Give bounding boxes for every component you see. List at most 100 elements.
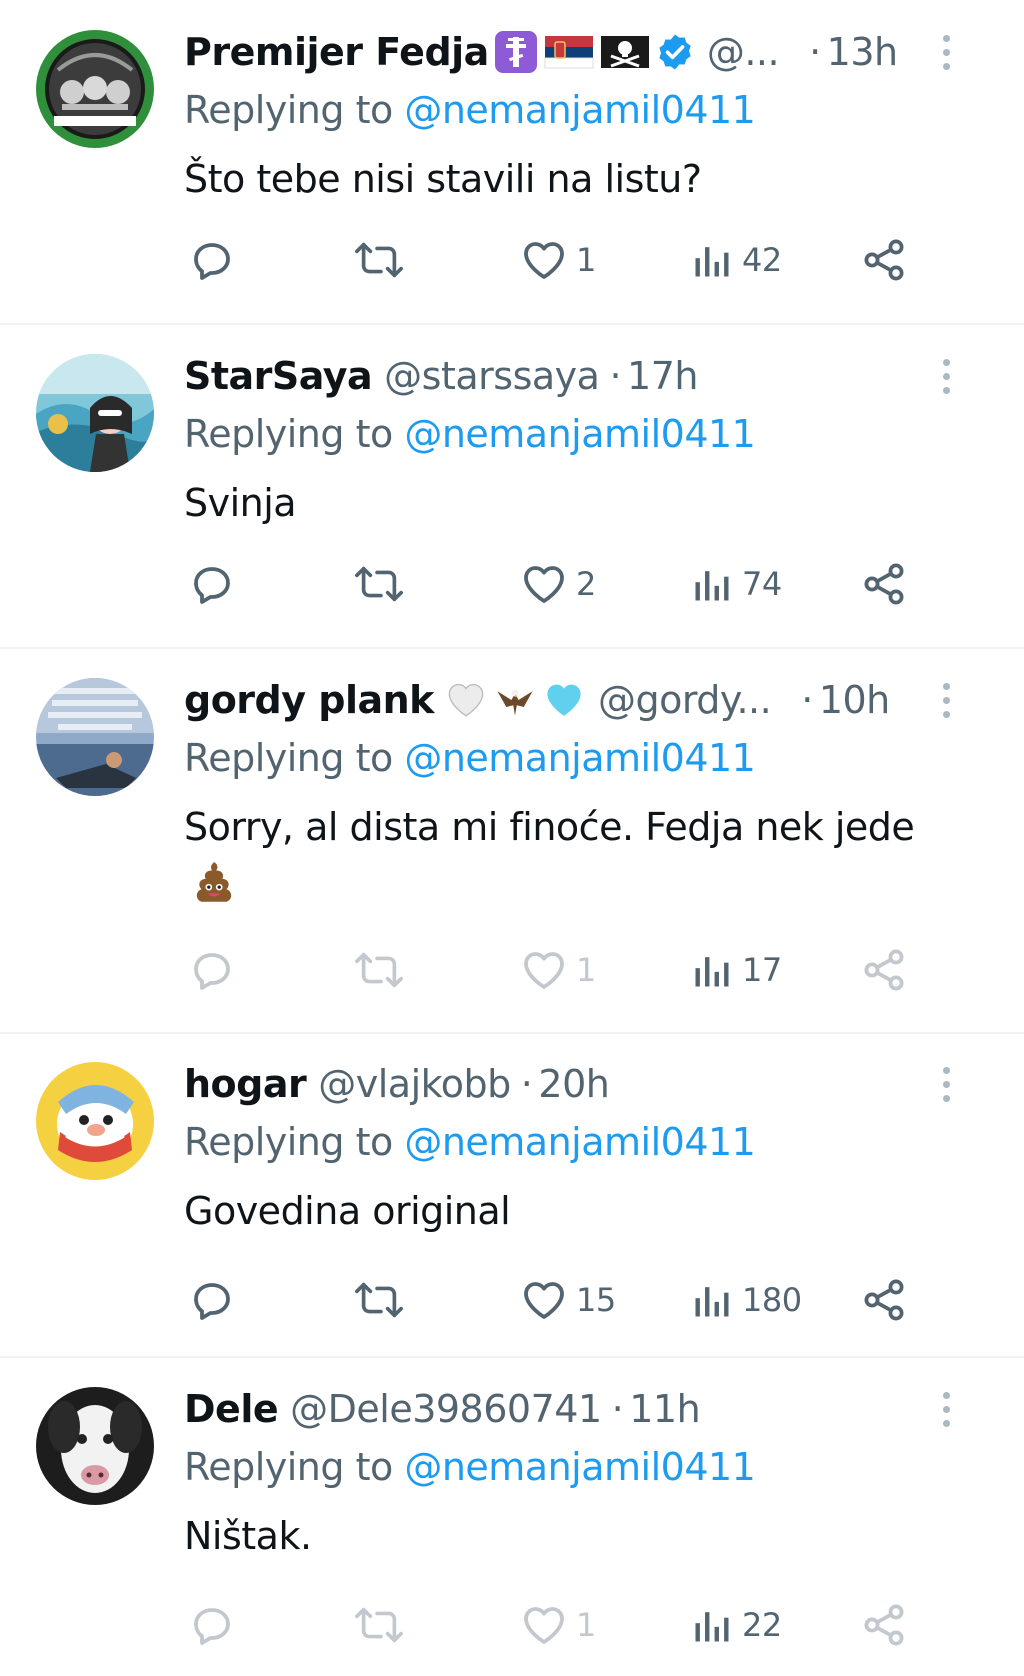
- like-button[interactable]: 2: [520, 554, 596, 614]
- user-handle[interactable]: @gordy...: [598, 672, 772, 728]
- reply-button[interactable]: [188, 554, 244, 614]
- like-button[interactable]: 1: [520, 940, 596, 1000]
- retweet-button[interactable]: [354, 1595, 412, 1655]
- like-count: 1: [576, 1606, 596, 1644]
- tweet-header: Premijer Fedja @... · 13h: [184, 24, 944, 80]
- share-button[interactable]: [860, 230, 908, 290]
- reply-button[interactable]: [188, 940, 244, 1000]
- serbia-flag-emoji: [543, 32, 595, 72]
- share-button[interactable]: [860, 554, 908, 614]
- replying-to: Replying to @nemanjamil0411: [184, 80, 756, 140]
- retweet-icon: [354, 560, 404, 608]
- views-button[interactable]: 42: [690, 230, 782, 290]
- tweet-actions: 1 17: [184, 940, 954, 1000]
- like-count: 1: [576, 241, 596, 279]
- more-options-icon[interactable]: [928, 24, 964, 80]
- display-name[interactable]: hogar: [184, 1056, 307, 1112]
- pile-of-poo-emoji: [188, 858, 240, 926]
- views-icon: [690, 238, 734, 282]
- timestamp[interactable]: 20h: [538, 1056, 609, 1112]
- mention-link[interactable]: @nemanjamil0411: [404, 736, 756, 780]
- user-handle[interactable]: @starssaya: [384, 348, 600, 404]
- tweet-text: Svinja: [184, 481, 297, 525]
- tweet-header: Dele @Dele39860741 · 11h: [184, 1381, 944, 1437]
- reply-button[interactable]: [188, 1595, 244, 1655]
- more-options-icon[interactable]: [928, 1381, 964, 1437]
- share-button[interactable]: [860, 1595, 908, 1655]
- replying-to-label: Replying to: [184, 412, 393, 456]
- more-options-icon[interactable]: [928, 1056, 964, 1112]
- like-button[interactable]: 1: [520, 1595, 596, 1655]
- retweet-icon: [354, 1276, 404, 1324]
- avatar[interactable]: [36, 1062, 154, 1180]
- divider: [0, 1356, 1024, 1358]
- user-handle[interactable]: @...: [707, 24, 780, 80]
- retweet-button[interactable]: [354, 1270, 412, 1330]
- views-button[interactable]: 17: [690, 940, 782, 1000]
- display-name[interactable]: Dele: [184, 1381, 279, 1437]
- replying-to: Replying to @nemanjamil0411: [184, 404, 756, 464]
- display-name[interactable]: gordy plank: [184, 672, 434, 728]
- share-icon: [860, 1276, 908, 1324]
- timestamp[interactable]: 11h: [629, 1381, 700, 1437]
- retweet-icon: [354, 946, 404, 994]
- user-handle[interactable]: @Dele39860741: [290, 1381, 602, 1437]
- avatar[interactable]: [36, 30, 154, 148]
- share-button[interactable]: [860, 1270, 908, 1330]
- pirate-flag-emoji: [599, 32, 651, 72]
- share-button[interactable]: [860, 940, 908, 1000]
- more-options-icon[interactable]: [928, 348, 964, 404]
- avatar[interactable]: [36, 354, 154, 472]
- separator-dot: ·: [611, 1387, 624, 1431]
- mention-link[interactable]: @nemanjamil0411: [404, 88, 756, 132]
- avatar[interactable]: [36, 1387, 154, 1505]
- white-heart-emoji: [444, 679, 488, 721]
- replying-to: Replying to @nemanjamil0411: [184, 1437, 756, 1497]
- retweet-button[interactable]: [354, 940, 412, 1000]
- separator-dot: ·: [801, 678, 813, 722]
- tweet-header: gordy plank @gordy... · 10h: [184, 672, 944, 728]
- mention-link[interactable]: @nemanjamil0411: [404, 1120, 756, 1164]
- share-icon: [860, 236, 908, 284]
- tweet-text: Govedina original: [184, 1189, 511, 1233]
- display-name[interactable]: Premijer Fedja: [184, 24, 489, 80]
- retweet-icon: [354, 236, 404, 284]
- retweet-button[interactable]: [354, 554, 412, 614]
- replying-to-label: Replying to: [184, 1445, 393, 1489]
- avatar[interactable]: [36, 678, 154, 796]
- divider: [0, 1032, 1024, 1034]
- display-name[interactable]: StarSaya: [184, 348, 373, 404]
- replying-to: Replying to @nemanjamil0411: [184, 1112, 756, 1172]
- share-icon: [860, 1601, 908, 1649]
- light-blue-heart-emoji: [542, 679, 586, 721]
- retweet-button[interactable]: [354, 230, 412, 290]
- like-count: 15: [576, 1281, 616, 1319]
- heart-icon: [520, 1276, 568, 1324]
- share-icon: [860, 946, 908, 994]
- verified-badge-icon: [655, 32, 695, 72]
- like-button[interactable]: 1: [520, 230, 596, 290]
- views-button[interactable]: 22: [690, 1595, 782, 1655]
- reply-button[interactable]: [188, 230, 244, 290]
- like-button[interactable]: 15: [520, 1270, 616, 1330]
- reply-icon: [188, 236, 236, 284]
- mention-link[interactable]: @nemanjamil0411: [404, 412, 756, 456]
- user-handle[interactable]: @vlajkobb: [318, 1056, 511, 1112]
- timestamp[interactable]: 17h: [627, 348, 698, 404]
- timestamp[interactable]: 13h: [827, 24, 898, 80]
- views-button[interactable]: 74: [690, 554, 782, 614]
- replying-to: Replying to @nemanjamil0411: [184, 728, 756, 788]
- views-button[interactable]: 180: [690, 1270, 802, 1330]
- reply-button[interactable]: [188, 1270, 244, 1330]
- timestamp[interactable]: 10h: [819, 672, 890, 728]
- like-count: 2: [576, 565, 596, 603]
- views-icon: [690, 948, 734, 992]
- tweet-actions: 1 22: [184, 1595, 954, 1655]
- tweet-text-container: Sorry, al dista mi finoće. Fedja nek jed…: [184, 796, 964, 926]
- eagle-emoji: [492, 679, 538, 721]
- mention-link[interactable]: @nemanjamil0411: [404, 1445, 756, 1489]
- more-options-icon[interactable]: [928, 672, 964, 728]
- tweet-actions: 2 74: [184, 554, 954, 614]
- view-count: 17: [742, 951, 782, 989]
- replying-to-label: Replying to: [184, 1120, 393, 1164]
